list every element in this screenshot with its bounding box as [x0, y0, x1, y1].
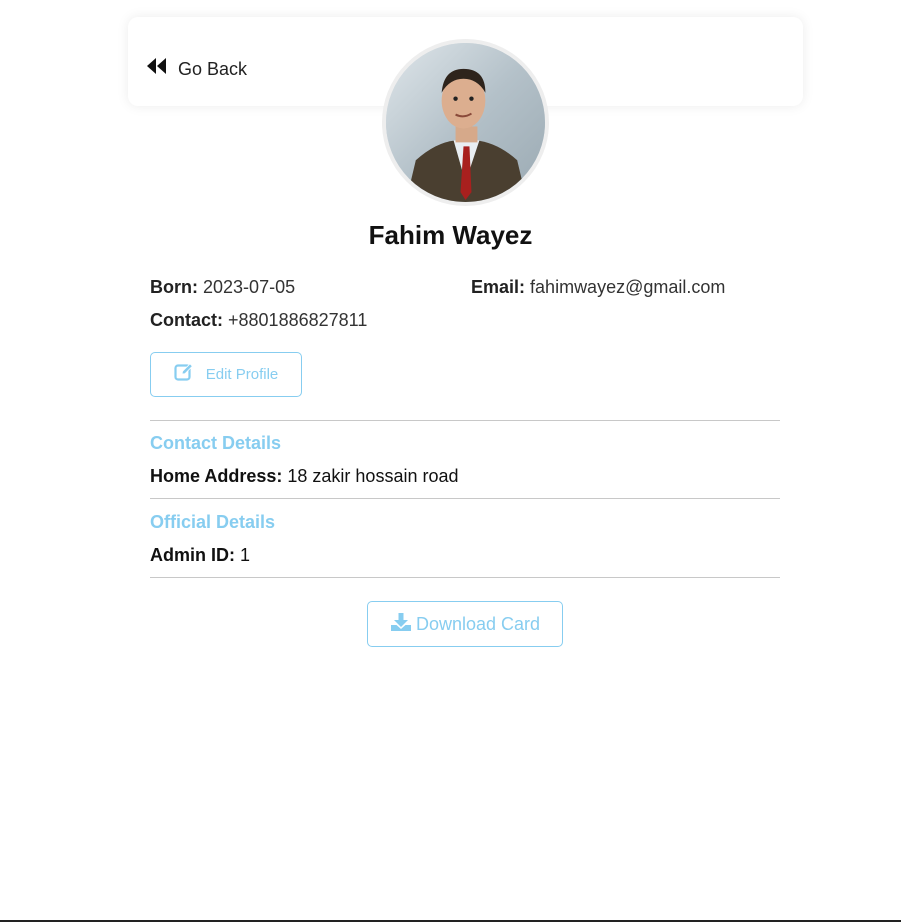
download-card-button[interactable]: Download Card — [367, 601, 563, 647]
contact-row: Contact: +8801886827811 — [150, 309, 367, 331]
home-address-label: Home Address: — [150, 466, 283, 486]
contact-label: Contact: — [150, 310, 223, 330]
profile-page: Go Back Fahim Wayez Born: 2023-07-05 Ema… — [0, 0, 901, 922]
profile-name: Fahim Wayez — [368, 220, 533, 250]
admin-id-label: Admin ID: — [150, 545, 235, 565]
email-label: Email: — [471, 277, 526, 297]
go-back-button[interactable]: Go Back — [146, 57, 247, 80]
official-details-title: Official Details — [150, 512, 276, 532]
born-row: Born: 2023-07-05 — [150, 276, 295, 298]
download-icon — [390, 612, 416, 637]
home-address-value: 18 zakir hossain road — [287, 466, 459, 486]
born-value: 2023-07-05 — [203, 277, 296, 297]
edit-profile-label: Edit Profile — [205, 366, 279, 383]
born-label: Born: — [150, 277, 198, 297]
go-back-label: Go Back — [178, 58, 248, 79]
download-card-label: Download Card — [415, 613, 541, 634]
email-row: Email: fahimwayez@gmail.com — [471, 276, 725, 298]
contact-value: +8801886827811 — [228, 310, 368, 330]
contact-details-title: Contact Details — [150, 433, 282, 453]
edit-profile-button[interactable]: Edit Profile — [150, 352, 302, 397]
divider — [150, 498, 780, 499]
divider — [150, 577, 780, 578]
divider — [150, 420, 780, 421]
home-address-row: Home Address: 18 zakir hossain road — [150, 466, 459, 487]
admin-id-value: 1 — [240, 545, 251, 565]
admin-id-row: Admin ID: 1 — [150, 545, 250, 566]
avatar — [382, 39, 549, 206]
double-left-arrow-icon — [146, 57, 168, 80]
edit-pen-square-icon — [174, 362, 206, 387]
email-value: fahimwayez@gmail.com — [530, 277, 726, 297]
